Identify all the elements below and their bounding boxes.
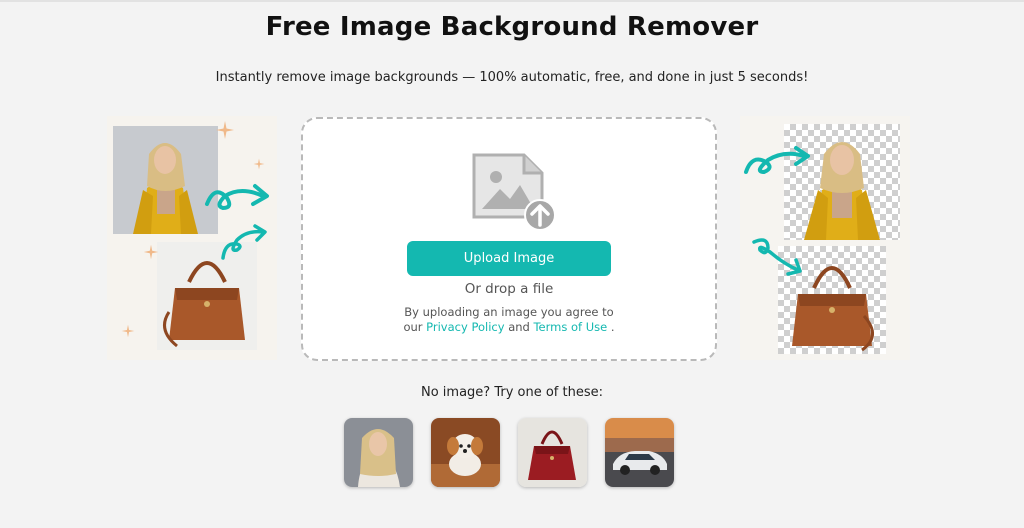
sample-handbag[interactable] [518, 418, 587, 487]
privacy-policy-link[interactable]: Privacy Policy [426, 320, 504, 334]
drop-file-text: Or drop a file [464, 281, 554, 297]
arrow-curl-icon [205, 184, 269, 211]
arrow-curl-icon [221, 224, 267, 260]
sample-car[interactable] [605, 418, 674, 487]
page-title: Free Image Background Remover [265, 12, 759, 42]
agree-end: . [610, 320, 615, 334]
sparkle-icon [143, 244, 159, 260]
agree-our: our [403, 320, 423, 334]
upload-dropzone[interactable]: Upload Image Or drop a file By uploading… [301, 117, 717, 361]
sample-images-label: No image? Try one of these: [420, 385, 603, 400]
woman-after-photo [784, 124, 900, 240]
arrow-curl-icon [744, 146, 810, 175]
agree-prefix: By uploading an image you agree to [404, 305, 614, 319]
after-illustration [740, 116, 910, 360]
page-subtitle: Instantly remove image backgrounds — 100… [215, 70, 809, 85]
agree-and: and [508, 320, 530, 334]
upload-image-button[interactable]: Upload Image [407, 241, 611, 276]
sample-images [344, 418, 684, 490]
image-upload-icon [472, 153, 556, 231]
sparkle-icon [253, 158, 265, 170]
sparkle-icon [121, 324, 135, 338]
before-illustration [107, 116, 277, 360]
sparkle-icon [216, 121, 234, 139]
arrow-curl-icon [752, 238, 802, 276]
terms-of-use-link[interactable]: Terms of Use [533, 320, 607, 334]
top-divider [0, 0, 1024, 2]
terms-notice: By uploading an image you agree to our P… [303, 305, 715, 335]
sample-puppy[interactable] [431, 418, 500, 487]
sample-woman[interactable] [344, 418, 413, 487]
